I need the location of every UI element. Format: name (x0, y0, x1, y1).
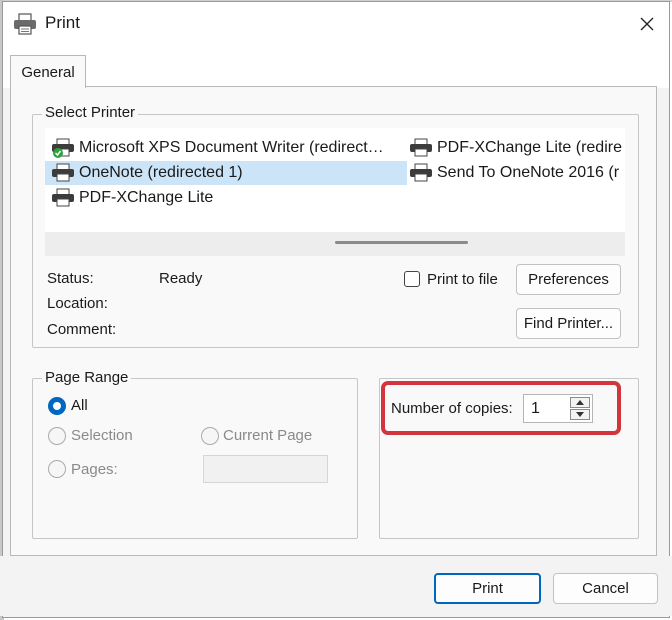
printer-label: Send To OneNote 2016 (r (437, 164, 620, 181)
print-to-file-label[interactable]: Print to file (427, 271, 498, 288)
printer-item-pdf-xchange-redirected[interactable]: PDF-XChange Lite (redire (403, 136, 625, 160)
printer-icon (52, 163, 74, 182)
printer-item-microsoft-xps[interactable]: Microsoft XPS Document Writer (redirect… (45, 136, 407, 160)
printer-icon (52, 188, 74, 207)
printer-label: OneNote (redirected 1) (79, 164, 243, 181)
close-button[interactable] (631, 8, 663, 40)
selection-label[interactable]: Selection (71, 427, 133, 444)
preferences-button[interactable]: Preferences (516, 264, 621, 295)
status-value: Ready (159, 270, 203, 287)
tab-strip (3, 46, 669, 88)
location-label: Location: (47, 295, 108, 312)
pages-input[interactable] (203, 455, 328, 483)
scrollbar-thumb[interactable] (335, 241, 468, 244)
printer-label: Microsoft XPS Document Writer (redirect… (79, 139, 384, 156)
printer-item-pdf-xchange[interactable]: PDF-XChange Lite (45, 186, 407, 210)
dialog-title: Print (45, 13, 80, 32)
select-printer-legend: Select Printer (42, 104, 139, 121)
print-button[interactable]: Print (434, 573, 541, 604)
pages-label[interactable]: Pages: (71, 461, 118, 478)
printer-default-icon (52, 138, 74, 158)
selection-radio[interactable] (48, 427, 66, 445)
current-page-label[interactable]: Current Page (223, 427, 312, 444)
cancel-button[interactable]: Cancel (553, 573, 658, 604)
printer-label: PDF-XChange Lite (redire (437, 139, 622, 156)
find-printer-button[interactable]: Find Printer... (516, 308, 621, 339)
printer-app-icon (13, 13, 37, 39)
printer-label: PDF-XChange Lite (79, 189, 214, 206)
printer-item-onenote[interactable]: OneNote (redirected 1) (45, 161, 407, 185)
close-icon (640, 17, 654, 31)
comment-label: Comment: (47, 321, 117, 338)
status-label: Status: (47, 270, 94, 287)
printer-item-send-to-onenote[interactable]: Send To OneNote 2016 (r (403, 161, 625, 185)
current-page-radio[interactable] (201, 427, 219, 445)
all-radio[interactable] (48, 397, 66, 415)
tab-general[interactable]: General (10, 55, 86, 88)
printer-icon (410, 138, 432, 157)
pages-radio[interactable] (48, 460, 66, 478)
printer-list-scrollbar[interactable] (45, 232, 625, 256)
all-label[interactable]: All (71, 397, 88, 414)
print-to-file-checkbox[interactable] (404, 271, 420, 287)
page-range-legend: Page Range (42, 369, 132, 386)
printer-icon (410, 163, 432, 182)
copies-highlight-annotation (381, 381, 621, 435)
title-bar: Print (3, 2, 669, 46)
